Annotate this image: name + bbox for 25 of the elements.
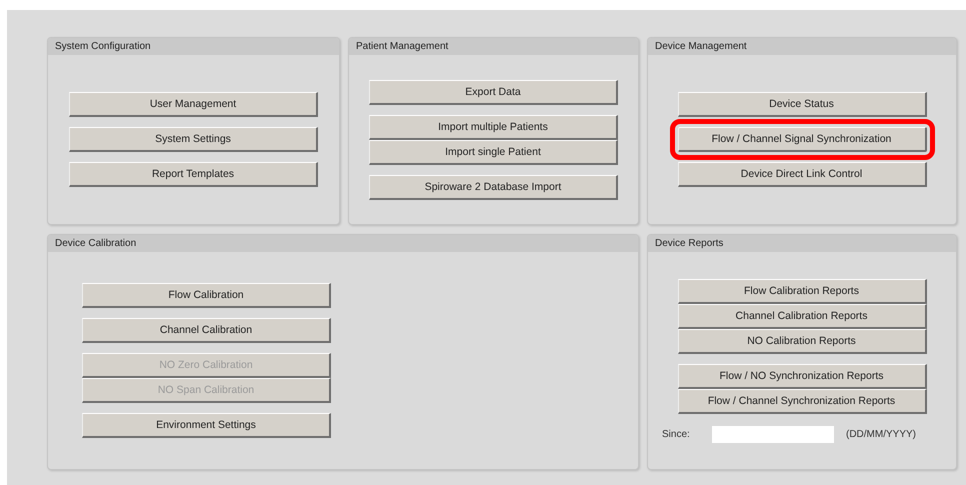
menu-button[interactable]: System Settings xyxy=(69,127,318,152)
date-input-field[interactable] xyxy=(712,426,834,442)
menu-button[interactable]: Device Direct Link Control xyxy=(678,162,926,187)
menu-button[interactable]: User Management xyxy=(69,92,318,117)
panel-title: System Configuration xyxy=(48,38,339,55)
since-label: Since: xyxy=(662,428,691,440)
date-format-hint: (DD/MM/YYYY) xyxy=(846,428,916,440)
menu-button[interactable]: Spiroware 2 Database Import xyxy=(369,174,618,200)
menu-button[interactable]: Device Status xyxy=(678,92,926,117)
menu-button[interactable]: Export Data xyxy=(369,80,618,104)
menu-button[interactable]: Channel Calibration Reports xyxy=(678,304,926,328)
menu-button[interactable]: Report Templates xyxy=(69,162,318,187)
panel-title: Device Reports xyxy=(648,235,956,252)
panel-title: Device Calibration xyxy=(48,235,638,252)
panel-title: Patient Management xyxy=(349,38,638,55)
menu-button[interactable]: Channel Calibration xyxy=(82,318,331,343)
menu-button[interactable]: Flow Calibration xyxy=(82,283,331,308)
menu-button[interactable]: NO Calibration Reports xyxy=(678,328,926,354)
menu-button[interactable]: Flow / NO Synchronization Reports xyxy=(678,364,926,388)
menu-button[interactable]: Environment Settings xyxy=(82,413,331,438)
menu-button[interactable]: Flow / Channel Synchronization Reports xyxy=(678,388,926,414)
menu-button[interactable]: Import multiple Patients xyxy=(369,114,618,140)
menu-button[interactable]: Flow Calibration Reports xyxy=(678,278,926,304)
menu-button[interactable]: Import single Patient xyxy=(369,140,618,164)
panel-title: Device Management xyxy=(648,38,956,55)
